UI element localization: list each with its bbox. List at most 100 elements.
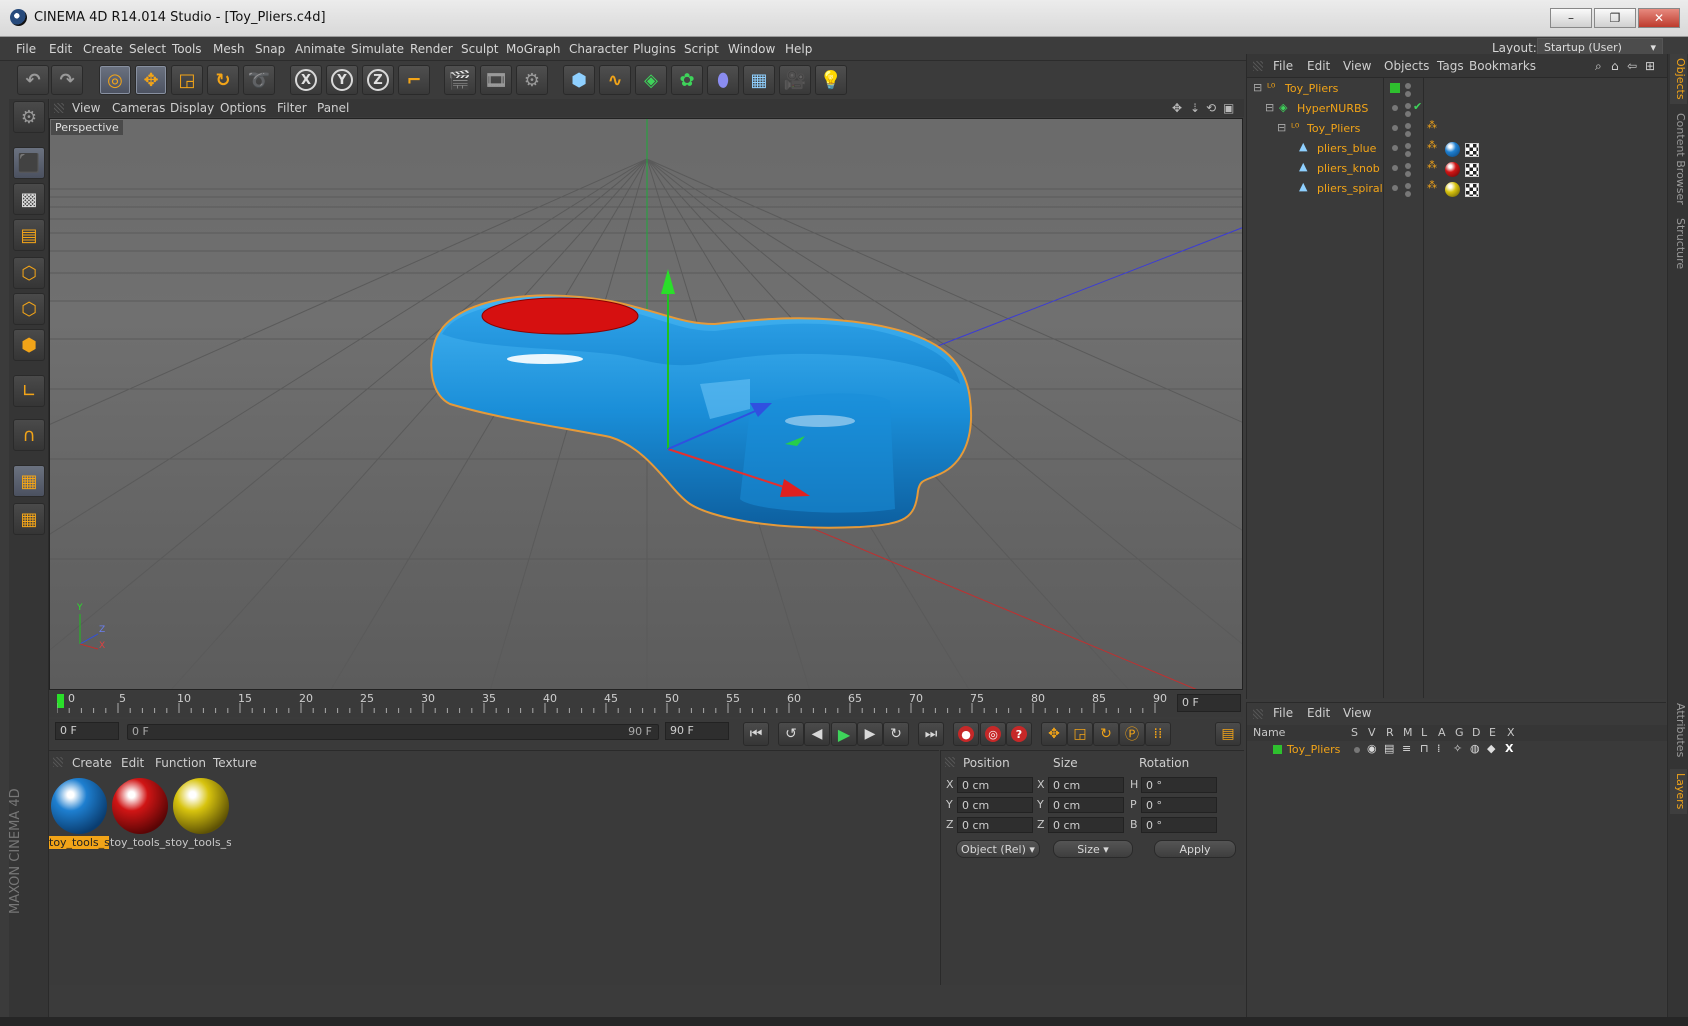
phong-tag-icon[interactable]: ⁂ (1427, 140, 1437, 151)
phong-tag-icon[interactable]: ⁂ (1427, 180, 1437, 191)
spline-pen-button[interactable]: ∿ (599, 65, 631, 95)
current-frame-field[interactable]: 0 F (1177, 694, 1241, 712)
object-name[interactable]: pliers_spiral (1317, 182, 1383, 195)
layer-col-solo[interactable]: S (1351, 726, 1358, 739)
layer-color-swatch[interactable] (1390, 83, 1400, 93)
material-tag-icon[interactable] (1445, 162, 1460, 177)
collapse-icon[interactable]: ⊟ (1277, 121, 1286, 134)
menu-render[interactable]: Render (410, 42, 453, 56)
material-swatch-blue[interactable]: toy_tools_s (49, 776, 109, 849)
object-row[interactable]: ⊟ ᴸ⁰ Toy_Pliers ⁂ (1247, 120, 1667, 139)
render-visibility-dot[interactable] (1405, 171, 1411, 177)
nurbs-button[interactable]: ◈ (635, 65, 667, 95)
panel-grip-icon[interactable] (945, 757, 955, 767)
uvw-tag-icon[interactable] (1465, 183, 1479, 197)
undo-button[interactable]: ↶ (17, 65, 49, 95)
coordinate-system-button[interactable]: ⌐ (398, 65, 430, 95)
pos-z-field[interactable]: 0 cm (957, 817, 1033, 833)
autokeying-button[interactable]: ◎ (980, 722, 1006, 746)
panel-grip-icon[interactable] (53, 757, 63, 767)
object-name[interactable]: pliers_blue (1317, 142, 1376, 155)
render-visibility-dot[interactable] (1405, 91, 1411, 97)
new-window-icon[interactable]: ⊞ (1645, 59, 1655, 73)
z-axis-lock-button[interactable]: Z (362, 65, 394, 95)
size-mode-select[interactable]: Size ▾ (1053, 840, 1133, 858)
previous-frame-button[interactable]: ◀ (804, 722, 830, 746)
workplane-mode-button[interactable]: ▤ (13, 219, 45, 251)
menu-select[interactable]: Select (129, 42, 166, 56)
viewport-menu-filter[interactable]: Filter (277, 101, 307, 115)
rotate-button[interactable]: ↻ (207, 65, 239, 95)
tab-attributes[interactable]: Attributes (1670, 699, 1687, 764)
layer-row[interactable]: Toy_Pliers ◉ ▤ ≡ ⊓ ⁞ ✧ ◍ ◆ X (1247, 742, 1667, 758)
tab-structure[interactable]: Structure (1670, 214, 1687, 274)
editor-visibility-dot[interactable] (1405, 83, 1411, 89)
play-button[interactable]: ▶ (831, 722, 857, 746)
search-icon[interactable]: ⌕ (1595, 59, 1602, 74)
object-row[interactable]: ⊟ ᴸ⁰ Toy_Pliers (1247, 80, 1667, 99)
material-menu-function[interactable]: Function (155, 756, 206, 770)
pos-x-field[interactable]: 0 cm (957, 777, 1033, 793)
key-rotation-button[interactable]: ↻ (1093, 722, 1119, 746)
object-menu-edit[interactable]: Edit (1307, 59, 1330, 73)
close-button[interactable]: ✕ (1638, 8, 1680, 28)
layer-col-xref[interactable]: X (1507, 726, 1515, 739)
end-frame-field[interactable]: 90 F (665, 722, 729, 740)
viewport-pan-icon[interactable]: ✥ (1172, 101, 1182, 115)
menu-snap[interactable]: Snap (255, 42, 285, 56)
uvw-tag-icon[interactable] (1465, 163, 1479, 177)
collapse-icon[interactable]: ⊟ (1265, 101, 1274, 114)
render-visibility-dot[interactable] (1405, 191, 1411, 197)
model-mode-button[interactable]: ⬛ (13, 147, 45, 179)
size-y-field[interactable]: 0 cm (1048, 797, 1124, 813)
menu-script[interactable]: Script (684, 42, 719, 56)
object-menu-tags[interactable]: Tags (1437, 59, 1464, 73)
panel-grip-icon[interactable] (54, 103, 64, 113)
layer-col-expressions[interactable]: E (1489, 726, 1496, 739)
eye-icon[interactable]: ◉ (1367, 742, 1377, 755)
editor-visibility-dot[interactable] (1405, 163, 1411, 169)
minimize-button[interactable]: – (1550, 8, 1592, 28)
material-menu-create[interactable]: Create (72, 756, 112, 770)
animation-icon[interactable]: ⁞ (1437, 742, 1441, 755)
previous-key-button[interactable]: ↺ (778, 722, 804, 746)
object-row[interactable]: ▲ pliers_spiral ⁂ (1247, 180, 1667, 199)
object-name[interactable]: HyperNURBS (1297, 102, 1368, 115)
manager-icon[interactable]: ≡ (1402, 742, 1411, 755)
size-x-field[interactable]: 0 cm (1048, 777, 1124, 793)
editor-visibility-dot[interactable] (1392, 185, 1398, 191)
live-selection-button[interactable]: ◎ (99, 65, 131, 95)
menu-mograph[interactable]: MoGraph (506, 42, 561, 56)
layer-col-deformers[interactable]: D (1472, 726, 1480, 739)
snap-button[interactable]: ∩ (13, 419, 45, 451)
coordinate-mode-select[interactable]: Object (Rel) ▾ (956, 840, 1040, 858)
viewport-menu-panel[interactable]: Panel (317, 101, 349, 115)
object-row[interactable]: ▲ pliers_knob ⁂ (1247, 160, 1667, 179)
render-picture-viewer-button[interactable]: 🎞 (480, 65, 512, 95)
deformer-button[interactable]: ⬮ (707, 65, 739, 95)
layer-col-name[interactable]: Name (1253, 726, 1285, 739)
layer-col-generators[interactable]: G (1455, 726, 1464, 739)
menu-create[interactable]: Create (83, 42, 123, 56)
viewport-menu-options[interactable]: Options (220, 101, 266, 115)
rot-p-field[interactable]: 0 ° (1141, 797, 1217, 813)
editor-visibility-dot[interactable] (1392, 105, 1398, 111)
menu-file[interactable]: File (16, 42, 36, 56)
home-icon[interactable]: ⌂ (1611, 59, 1619, 73)
edges-mode-button[interactable]: ⬡ (13, 293, 45, 325)
material-swatch-red[interactable]: toy_tools_s (110, 776, 170, 849)
timeline-window-button[interactable]: ▤ (1215, 722, 1241, 746)
material-tag-icon[interactable] (1445, 142, 1460, 157)
menu-help[interactable]: Help (785, 42, 812, 56)
lock-icon[interactable]: ⊓ (1420, 742, 1429, 755)
camera-label[interactable]: Perspective (51, 120, 123, 135)
xref-icon[interactable]: X (1505, 742, 1513, 755)
cube-button[interactable]: ⬢ (563, 65, 595, 95)
go-to-end-button[interactable]: ⏭ (918, 722, 944, 746)
menu-plugins[interactable]: Plugins (633, 42, 676, 56)
object-row[interactable]: ▲ pliers_blue ⁂ (1247, 140, 1667, 159)
apply-button[interactable]: Apply (1154, 840, 1236, 858)
viewport-rotate-icon[interactable]: ⟲ (1206, 101, 1216, 115)
y-axis-lock-button[interactable]: Y (326, 65, 358, 95)
menu-sculpt[interactable]: Sculpt (461, 42, 498, 56)
